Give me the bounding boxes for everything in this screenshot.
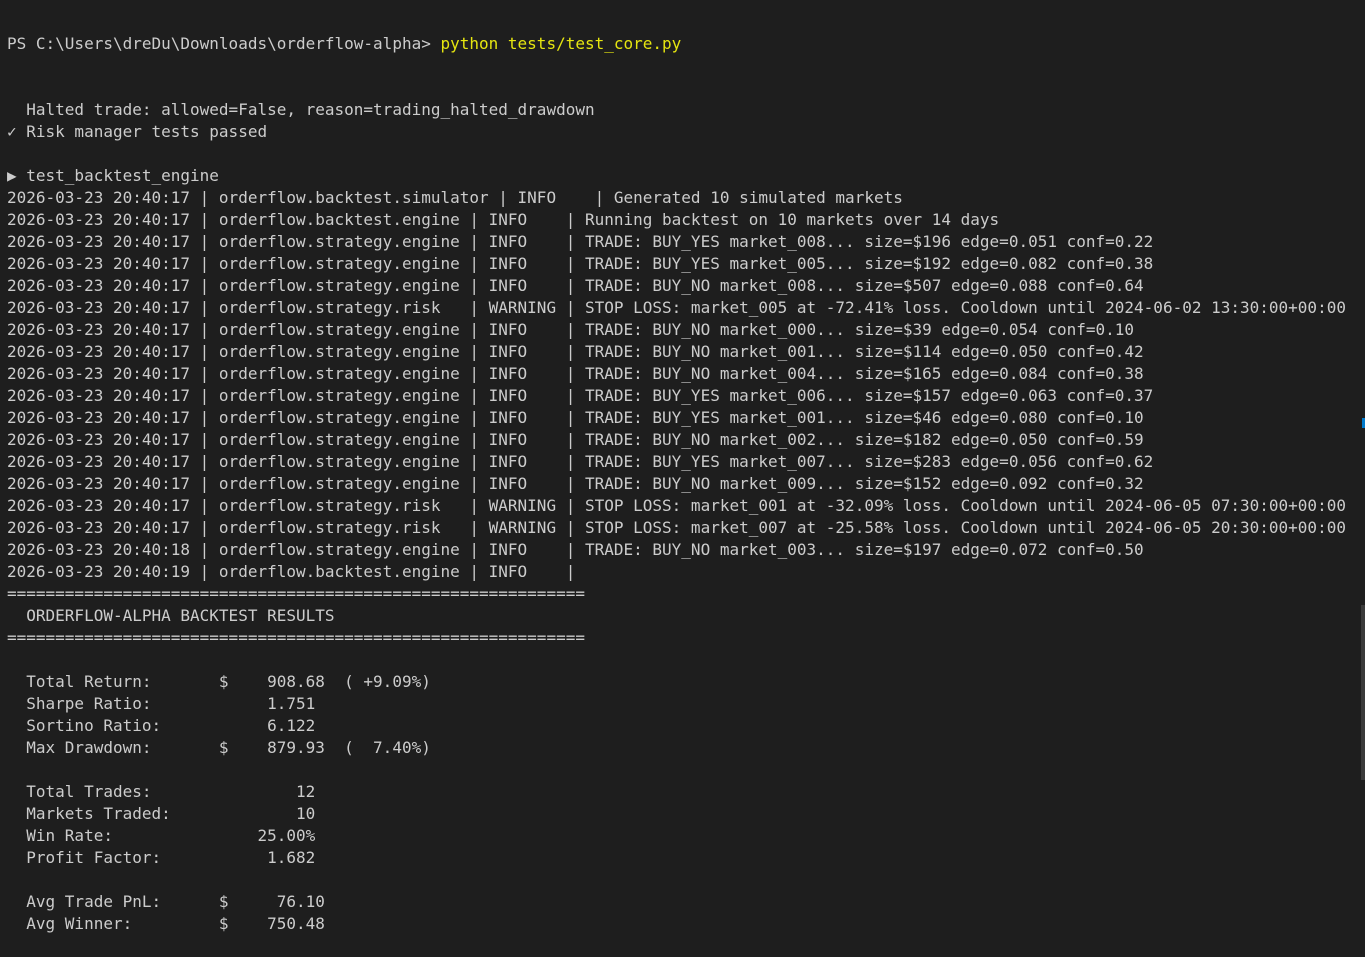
output-line: Sharpe Ratio: 1.751: [7, 694, 316, 713]
output-line: ▶ test_backtest_engine: [7, 166, 219, 185]
output-line: 2026-03-23 20:40:17 | orderflow.strategy…: [7, 430, 1144, 449]
output-line: Total Return: $ 908.68 ( +9.09%): [7, 672, 431, 691]
output-line: 2026-03-23 20:40:17 | orderflow.strategy…: [7, 496, 1346, 515]
output-line: Avg Trade PnL: $ 76.10: [7, 892, 325, 911]
output-line: Sortino Ratio: 6.122: [7, 716, 316, 735]
terminal-output: Halted trade: allowed=False, reason=trad…: [0, 99, 1365, 935]
output-line: ✓ Risk manager tests passed: [7, 122, 268, 141]
output-line: 2026-03-23 20:40:17 | orderflow.strategy…: [7, 342, 1144, 361]
output-line: Avg Winner: $ 750.48: [7, 914, 325, 933]
output-line: 2026-03-23 20:40:18 | orderflow.strategy…: [7, 540, 1144, 559]
output-line: 2026-03-23 20:40:17 | orderflow.strategy…: [7, 386, 1154, 405]
output-line: 2026-03-23 20:40:17 | orderflow.strategy…: [7, 518, 1346, 537]
terminal-panel[interactable]: PS C:\Users\dreDu\Downloads\orderflow-al…: [0, 0, 1365, 957]
output-line: 2026-03-23 20:40:17 | orderflow.strategy…: [7, 254, 1154, 273]
output-line: 2026-03-23 20:40:17 | orderflow.strategy…: [7, 298, 1346, 317]
output-line: 2026-03-23 20:40:17 | orderflow.strategy…: [7, 276, 1144, 295]
output-line: 2026-03-23 20:40:17 | orderflow.backtest…: [7, 210, 1000, 229]
output-line: 2026-03-23 20:40:17 | orderflow.strategy…: [7, 408, 1144, 427]
output-line: ========================================…: [7, 584, 585, 603]
command-line: PS C:\Users\dreDu\Downloads\orderflow-al…: [0, 33, 1365, 55]
output-line: Win Rate: 25.00%: [7, 826, 316, 845]
output-line: ========================================…: [7, 628, 585, 647]
output-line: Max Drawdown: $ 879.93 ( 7.40%): [7, 738, 431, 757]
output-line: 2026-03-23 20:40:17 | orderflow.backtest…: [7, 188, 903, 207]
output-line: ORDERFLOW-ALPHA BACKTEST RESULTS: [7, 606, 335, 625]
output-line: Markets Traded: 10: [7, 804, 316, 823]
output-line: 2026-03-23 20:40:17 | orderflow.strategy…: [7, 474, 1144, 493]
command-text: python tests/test_core.py: [430, 34, 682, 53]
output-line: 2026-03-23 20:40:17 | orderflow.strategy…: [7, 320, 1135, 339]
output-line: 2026-03-23 20:40:19 | orderflow.backtest…: [7, 562, 576, 581]
output-line: 2026-03-23 20:40:17 | orderflow.strategy…: [7, 364, 1144, 383]
output-line: Halted trade: allowed=False, reason=trad…: [7, 100, 595, 119]
scrollbar-thumb[interactable]: [1361, 605, 1365, 780]
output-line: 2026-03-23 20:40:17 | orderflow.strategy…: [7, 232, 1154, 251]
output-line: Total Trades: 12: [7, 782, 316, 801]
output-line: Profit Factor: 1.682: [7, 848, 316, 867]
shell-prompt: PS C:\Users\dreDu\Downloads\orderflow-al…: [7, 34, 431, 53]
output-line: 2026-03-23 20:40:17 | orderflow.strategy…: [7, 452, 1154, 471]
